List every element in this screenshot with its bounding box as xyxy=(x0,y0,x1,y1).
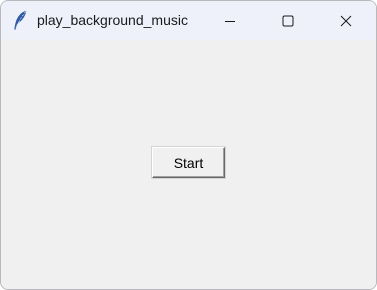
close-icon xyxy=(340,15,352,27)
maximize-icon xyxy=(282,15,294,27)
start-button[interactable]: Start xyxy=(152,147,225,178)
minimize-button[interactable] xyxy=(207,1,253,40)
client-area: Start xyxy=(1,40,376,289)
close-button[interactable] xyxy=(323,1,369,40)
feather-icon xyxy=(11,9,29,31)
app-window: play_background_music Start xyxy=(0,0,377,290)
window-title: play_background_music xyxy=(37,12,188,28)
minimize-icon xyxy=(224,15,236,27)
title-bar[interactable]: play_background_music xyxy=(1,1,376,40)
maximize-button[interactable] xyxy=(265,1,311,40)
